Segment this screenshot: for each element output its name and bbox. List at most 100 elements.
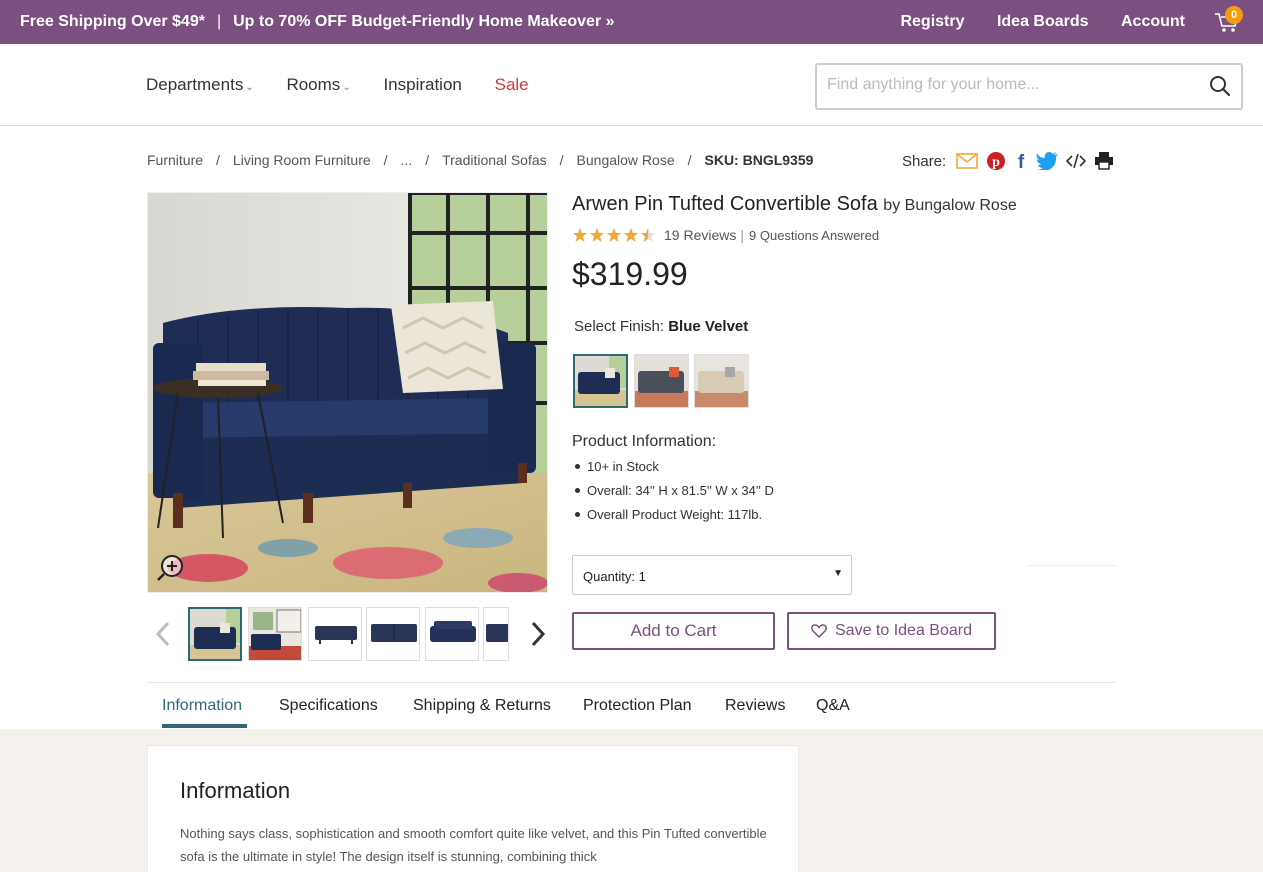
twitter-icon[interactable] <box>1036 152 1058 170</box>
list-item: 10+ in Stock <box>575 459 774 475</box>
registry-link[interactable]: Registry <box>900 13 964 30</box>
active-tab-indicator <box>162 724 247 728</box>
tab-reviews[interactable]: Reviews <box>725 697 785 715</box>
thumbnail-image[interactable] <box>308 607 362 661</box>
save-to-idea-board-label: Save to Idea Board <box>835 622 972 639</box>
tab-shipping-returns[interactable]: Shipping & Returns <box>413 697 551 715</box>
rating-row: 19 Reviews | 9 Questions Answered <box>572 227 879 243</box>
sofa-illustration <box>148 193 547 592</box>
product-price: $319.99 <box>572 256 688 292</box>
tab-information[interactable]: Information <box>162 697 242 715</box>
search-input[interactable] <box>827 76 1197 94</box>
finish-label-text: Select Finish: <box>574 318 665 335</box>
breadcrumb-item[interactable]: Bungalow Rose <box>577 152 675 168</box>
star-icon <box>607 228 621 242</box>
star-icon <box>624 228 638 242</box>
thumbnail-image[interactable] <box>425 607 479 661</box>
thumbnail-image[interactable] <box>483 607 509 661</box>
information-body: Nothing says class, sophistication and s… <box>180 826 767 864</box>
dropdown-arrow-icon: ▼ <box>833 568 843 579</box>
chevron-down-icon: ⌄ <box>245 82 254 93</box>
embed-icon[interactable] <box>1066 153 1087 169</box>
chevron-right-icon[interactable] <box>530 621 546 647</box>
nav-inspiration[interactable]: Inspiration <box>383 75 461 94</box>
sale-promo-link[interactable]: Up to 70% OFF Budget-Friendly Home Makeo… <box>233 13 614 30</box>
share-bar: Share: p f <box>902 150 1114 172</box>
print-icon[interactable] <box>1094 152 1114 170</box>
free-shipping-promo[interactable]: Free Shipping Over $49* <box>20 13 205 30</box>
product-title: Arwen Pin Tufted Convertible Sofa by Bun… <box>572 193 1017 216</box>
reviews-link[interactable]: 19 Reviews <box>664 227 736 243</box>
thumbnail-image[interactable] <box>366 607 420 661</box>
svg-text:f: f <box>1018 152 1025 171</box>
product-tabs: Information Specifications Shipping & Re… <box>147 683 1116 729</box>
finish-swatch-blue-velvet[interactable] <box>573 354 628 408</box>
idea-boards-link[interactable]: Idea Boards <box>997 13 1089 30</box>
facebook-icon[interactable]: f <box>1014 151 1028 171</box>
breadcrumb-separator: / <box>687 152 692 168</box>
breadcrumb-separator: / <box>425 152 430 168</box>
breadcrumb-item[interactable]: Furniture <box>147 152 203 168</box>
heart-icon <box>811 624 827 638</box>
tab-qa[interactable]: Q&A <box>816 697 850 715</box>
product-main-image[interactable] <box>147 192 548 593</box>
add-to-cart-button[interactable]: Add to Cart <box>572 612 775 650</box>
breadcrumb-item[interactable]: ... <box>401 152 413 168</box>
account-link[interactable]: Account <box>1121 13 1185 30</box>
quantity-value: Quantity: 1 <box>583 569 646 584</box>
list-item: Overall Product Weight: 117lb. <box>575 507 774 523</box>
breadcrumb-separator: / <box>559 152 564 168</box>
thumbnail-image[interactable] <box>248 607 302 661</box>
tab-protection-plan[interactable]: Protection Plan <box>583 697 692 715</box>
chevron-down-icon: ⌄ <box>342 82 351 93</box>
tab-specifications[interactable]: Specifications <box>279 697 378 715</box>
share-label: Share: <box>902 152 947 170</box>
chevron-left-icon[interactable] <box>155 621 171 647</box>
search-icon[interactable] <box>1209 75 1231 97</box>
product-name: Arwen Pin Tufted Convertible Sofa <box>572 193 878 215</box>
nav-departments-label: Departments <box>146 75 244 94</box>
finish-selected-value: Blue Velvet <box>668 318 749 335</box>
pinterest-icon[interactable]: p <box>986 151 1006 171</box>
sku-label: SKU: BNGL9359 <box>704 152 814 168</box>
account-links: Registry Idea Boards Account <box>872 13 1185 31</box>
breadcrumb-item[interactable]: Traditional Sofas <box>442 152 547 168</box>
nav-rooms[interactable]: Rooms ⌄ <box>286 75 350 94</box>
thumbnail-image[interactable] <box>188 607 242 661</box>
nav-links: Departments ⌄ Rooms ⌄ Inspiration Sale <box>146 75 557 95</box>
questions-link[interactable]: 9 Questions Answered <box>749 228 879 243</box>
search-box <box>815 63 1243 110</box>
information-heading: Information <box>180 778 291 803</box>
promo-text[interactable]: Free Shipping Over $49* | Up to 70% OFF Bu… <box>20 13 615 31</box>
quantity-select[interactable]: Quantity: 1 ▼ <box>572 555 852 595</box>
image-thumbnails <box>150 603 550 665</box>
information-card: Information Nothing says class, sophisti… <box>147 745 799 872</box>
divider <box>1027 565 1117 566</box>
half-star-icon <box>641 228 655 242</box>
finish-swatch-beige[interactable] <box>694 354 749 408</box>
svg-text:p: p <box>992 155 1000 170</box>
nav-rooms-label: Rooms <box>286 75 341 94</box>
promo-separator: | <box>216 13 222 30</box>
star-icon <box>573 228 587 242</box>
finish-label: Select Finish: Blue Velvet <box>574 318 748 335</box>
star-rating[interactable] <box>572 227 658 243</box>
breadcrumb-separator: / <box>383 152 388 168</box>
brand-link[interactable]: by Bungalow Rose <box>883 197 1016 214</box>
promo-bar: Free Shipping Over $49* | Up to 70% OFF Bu… <box>0 0 1263 44</box>
save-to-idea-board-button[interactable]: Save to Idea Board <box>787 612 996 650</box>
list-item: Overall: 34'' H x 81.5'' W x 34'' D <box>575 483 774 498</box>
main-nav: Departments ⌄ Rooms ⌄ Inspiration Sale <box>0 44 1263 126</box>
nav-sale[interactable]: Sale <box>495 75 529 94</box>
breadcrumb-separator: / <box>216 152 220 168</box>
star-icon <box>590 228 604 242</box>
product-info-title: Product Information: <box>572 433 717 450</box>
email-icon[interactable] <box>956 153 979 169</box>
cart-count-badge: 0 <box>1225 6 1243 24</box>
rating-separator: | <box>740 227 745 243</box>
breadcrumb: Furniture / Living Room Furniture /... / Trad… <box>147 152 813 168</box>
product-info-list: 10+ in Stock Overall: 34'' H x 81.5'' W … <box>575 459 774 531</box>
nav-departments[interactable]: Departments ⌄ <box>146 75 254 94</box>
breadcrumb-item[interactable]: Living Room Furniture <box>233 152 371 168</box>
finish-swatch-grey[interactable] <box>634 354 689 408</box>
